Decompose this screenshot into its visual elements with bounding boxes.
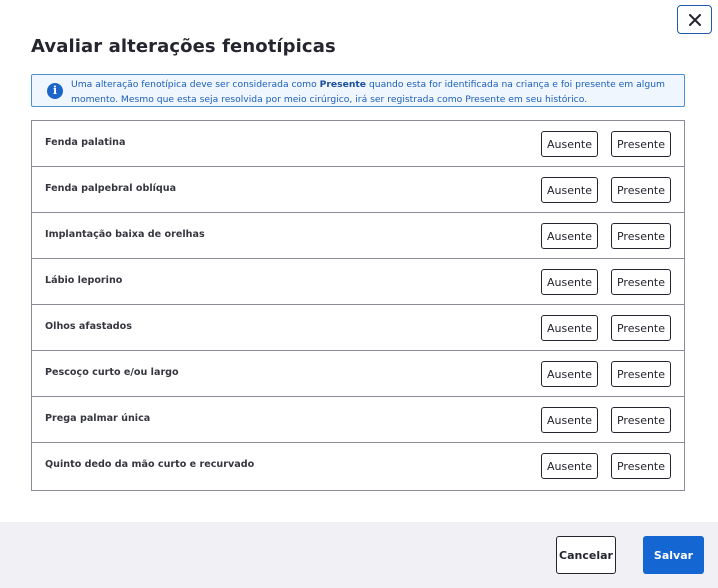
phenotype-label: Implantação baixa de orelhas — [45, 229, 205, 240]
presente-button[interactable]: Presente — [611, 269, 671, 295]
presente-button[interactable]: Presente — [611, 131, 671, 157]
phenotype-row: Quinto dedo da mão curto e recurvado Ause… — [32, 443, 684, 489]
ausente-button[interactable]: Ausente — [541, 177, 598, 203]
modal-footer: Cancelar Salvar — [0, 522, 718, 588]
save-button[interactable]: Salvar — [643, 536, 704, 574]
ausente-button[interactable]: Ausente — [541, 453, 598, 479]
presente-button[interactable]: Presente — [611, 223, 671, 249]
ausente-button[interactable]: Ausente — [541, 407, 598, 433]
ausente-button[interactable]: Ausente — [541, 131, 598, 157]
phenotype-list: Fenda palatina Ausente Presente Fenda palpe… — [31, 120, 685, 491]
phenotype-modal: Avaliar alterações fenotípicas i Uma alt… — [0, 0, 718, 588]
info-icon: i — [47, 83, 63, 99]
ausente-button[interactable]: Ausente — [541, 223, 598, 249]
phenotype-label: Quinto dedo da mão curto e recurvado — [45, 459, 255, 470]
phenotype-label: Pescoço curto e/ou largo — [45, 367, 179, 378]
phenotype-label: Fenda palpebral oblíqua — [45, 183, 177, 194]
phenotype-label: Prega palmar única — [45, 413, 151, 424]
presente-button[interactable]: Presente — [611, 453, 671, 479]
close-icon — [688, 13, 701, 26]
phenotype-row: Prega palmar única Ausente Presente — [32, 397, 684, 443]
phenotype-label: Fenda palatina — [45, 137, 126, 148]
phenotype-row: Implantação baixa de orelhas Ausente Prese… — [32, 213, 684, 259]
cancel-button[interactable]: Cancelar — [556, 536, 616, 574]
presente-button[interactable]: Presente — [611, 315, 671, 341]
phenotype-row: Fenda palatina Ausente Presente — [32, 121, 684, 167]
ausente-button[interactable]: Ausente — [541, 269, 598, 295]
modal-title: Avaliar alterações fenotípicas — [31, 36, 336, 57]
info-alert: i Uma alteração fenotípica deve ser cons… — [31, 74, 685, 107]
phenotype-label: Lábio leporino — [45, 275, 123, 286]
ausente-button[interactable]: Ausente — [541, 315, 598, 341]
presente-button[interactable]: Presente — [611, 177, 671, 203]
close-button[interactable] — [677, 5, 712, 34]
phenotype-label: Olhos afastados — [45, 321, 132, 332]
phenotype-row: Lábio leporino Ausente Presente — [32, 259, 684, 305]
phenotype-row: Fenda palpebral oblíqua Ausente Presente — [32, 167, 684, 213]
presente-button[interactable]: Presente — [611, 407, 671, 433]
phenotype-row: Olhos afastados Ausente Presente — [32, 305, 684, 351]
ausente-button[interactable]: Ausente — [541, 361, 598, 387]
phenotype-row: Pescoço curto e/ou largo Ausente Presente — [32, 351, 684, 397]
info-text: Uma alteração fenotípica deve ser consid… — [71, 79, 665, 105]
presente-button[interactable]: Presente — [611, 361, 671, 387]
